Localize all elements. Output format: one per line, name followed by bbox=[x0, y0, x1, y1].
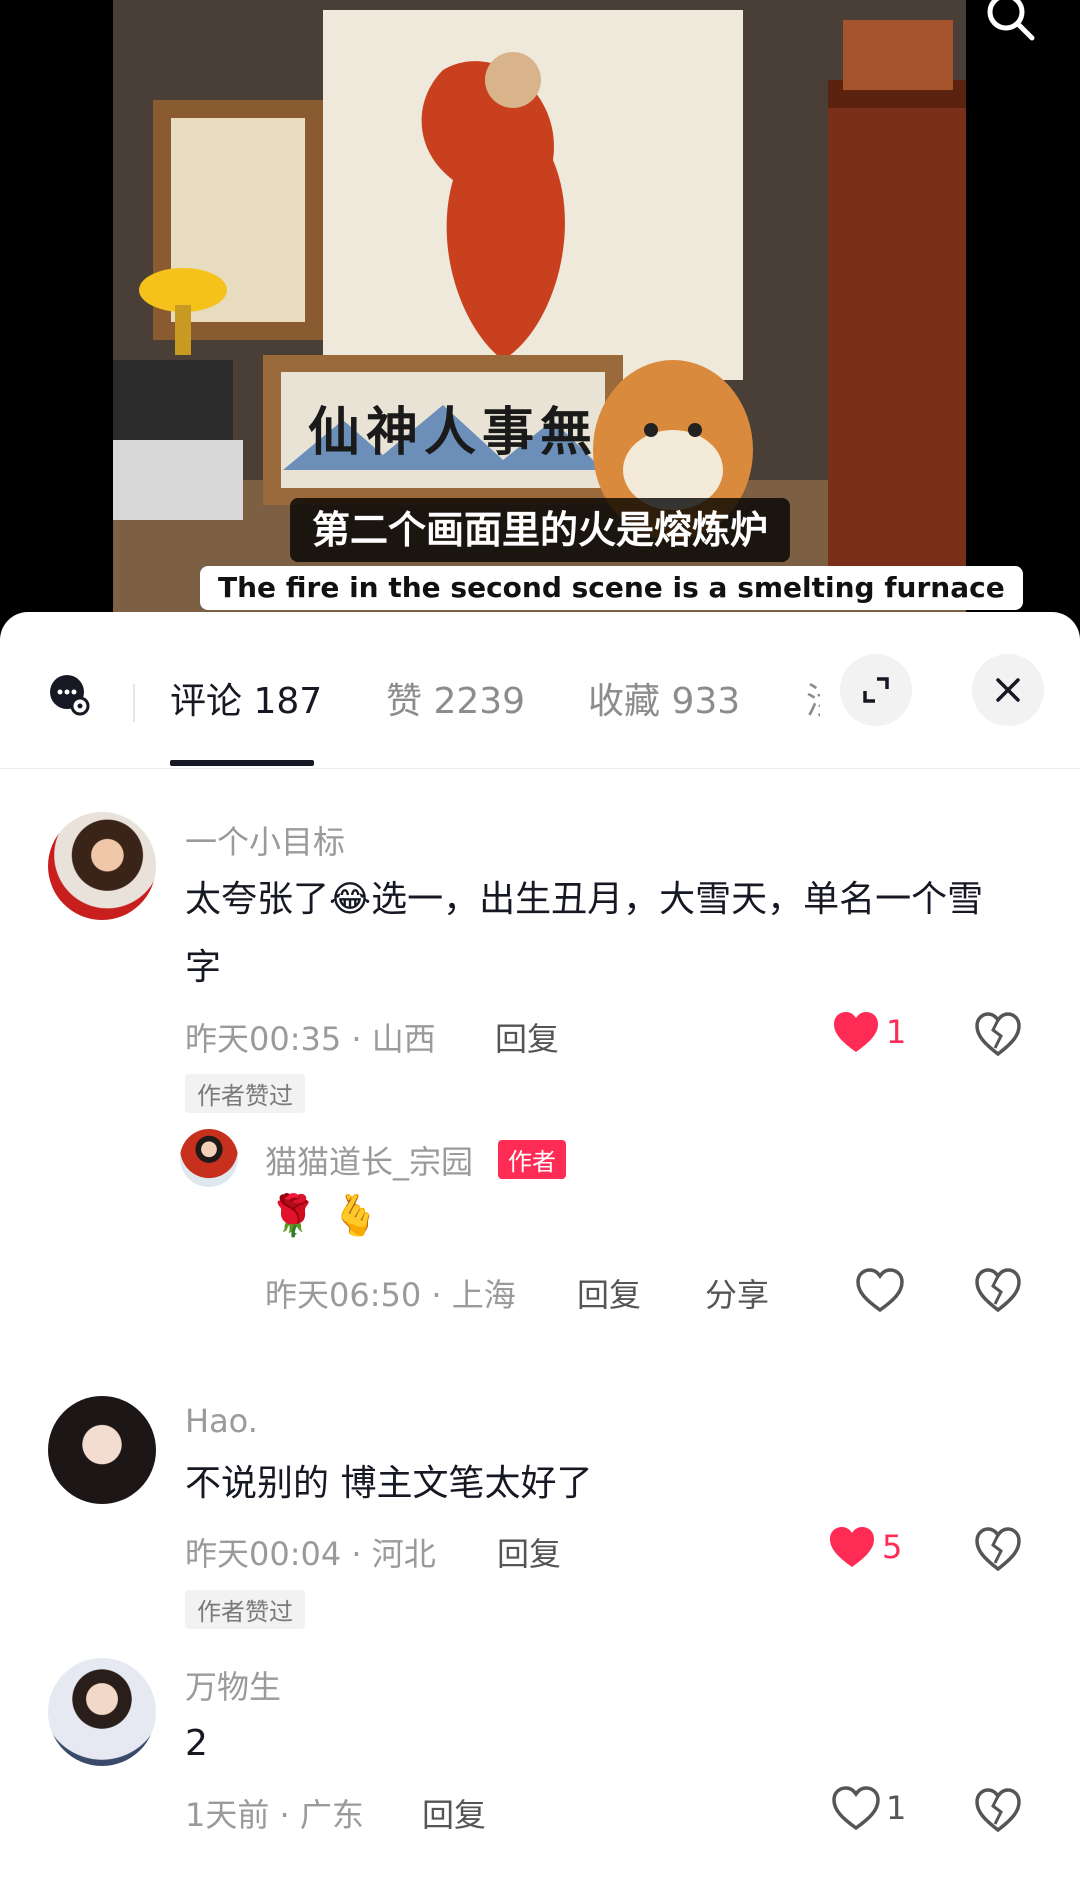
avatar[interactable] bbox=[48, 1658, 156, 1766]
avatar[interactable] bbox=[48, 812, 156, 920]
active-tab-indicator bbox=[170, 760, 314, 766]
avatar[interactable] bbox=[48, 1396, 156, 1504]
reply-button[interactable]: 回复 bbox=[422, 1790, 486, 1836]
tab-likes[interactable]: 赞 2239 bbox=[386, 672, 525, 724]
like-button[interactable]: 5 bbox=[828, 1525, 902, 1569]
comment-username[interactable]: 一个小目标 bbox=[185, 817, 345, 863]
like-button[interactable] bbox=[856, 1268, 904, 1312]
laugh-cry-emoji: 😂 bbox=[329, 879, 372, 920]
comment-text: 太夸张了😂选一，出生丑月，大雪天，单名一个雪字 bbox=[185, 879, 984, 988]
expand-icon bbox=[863, 677, 889, 703]
broken-heart-icon bbox=[975, 1788, 1021, 1833]
like-button[interactable]: 1 bbox=[832, 1786, 906, 1830]
author-tag: 作者 bbox=[498, 1140, 566, 1179]
comment-username[interactable]: 万物生 bbox=[185, 1662, 281, 1708]
heart-icon bbox=[856, 1268, 904, 1312]
expand-button[interactable] bbox=[840, 654, 912, 726]
dislike-button[interactable] bbox=[975, 1012, 1021, 1060]
dislike-button[interactable] bbox=[975, 1788, 1021, 1836]
share-button[interactable]: 分享 bbox=[705, 1270, 769, 1316]
comment-meta: 昨天00:04 · 河北 bbox=[185, 1535, 436, 1573]
chat-settings-icon[interactable] bbox=[46, 672, 92, 722]
reply-button[interactable]: 回复 bbox=[495, 1014, 559, 1060]
reply-button[interactable]: 回复 bbox=[577, 1270, 641, 1316]
broken-heart-icon bbox=[975, 1527, 1021, 1572]
like-button[interactable]: 1 bbox=[832, 1010, 906, 1054]
close-icon bbox=[996, 678, 1020, 702]
comment-username[interactable]: Hao. bbox=[185, 1402, 258, 1440]
avatar[interactable] bbox=[180, 1129, 238, 1187]
video-subtitle-en: The fire in the second scene is a smelti… bbox=[200, 566, 1023, 610]
dislike-button[interactable] bbox=[975, 1527, 1021, 1575]
reply-username[interactable]: 猫猫道长_宗园 bbox=[265, 1137, 473, 1183]
heart-icon bbox=[832, 1786, 880, 1830]
reply-button[interactable]: 回复 bbox=[497, 1529, 561, 1575]
dislike-button[interactable] bbox=[975, 1268, 1021, 1316]
like-count: 1 bbox=[886, 1013, 907, 1051]
video-subtitle-cn: 第二个画面里的火是熔炼炉 bbox=[290, 498, 791, 562]
video-calligraphy: 仙神人事無 bbox=[308, 402, 599, 463]
tab-favorites[interactable]: 收藏 933 bbox=[588, 672, 740, 724]
heart-icon bbox=[830, 1527, 874, 1567]
like-count: 5 bbox=[882, 1528, 903, 1566]
comment-text: 2 bbox=[185, 1723, 208, 1764]
like-count: 1 bbox=[886, 1789, 907, 1827]
tab-bar: 评论 187 赞 2239 收藏 933 涉 bbox=[0, 612, 1080, 769]
broken-heart-icon bbox=[975, 1012, 1021, 1057]
comment-sheet: 评论 187 赞 2239 收藏 933 涉 一个小目标 太夸张了😂选一，出生丑… bbox=[0, 612, 1080, 1890]
video-player[interactable]: 仙神人事無 第二个画面里的火是熔炼炉 The fire in the secon… bbox=[0, 0, 1080, 640]
comment-text: 不说别的 博主文笔太好了 bbox=[185, 1463, 593, 1504]
author-liked-badge: 作者赞过 bbox=[185, 1074, 305, 1113]
reply-emoji-text: 🌹 🫰 bbox=[268, 1193, 381, 1239]
close-button[interactable] bbox=[972, 654, 1044, 726]
comment-meta: 昨天00:35 · 山西 bbox=[185, 1020, 436, 1058]
heart-icon bbox=[834, 1012, 878, 1052]
tab-more[interactable]: 涉 bbox=[806, 672, 820, 724]
author-liked-badge: 作者赞过 bbox=[185, 1590, 305, 1629]
tab-comments[interactable]: 评论 187 bbox=[170, 672, 322, 724]
reply-meta: 昨天06:50 · 上海 bbox=[265, 1276, 516, 1314]
tab-divider bbox=[133, 684, 135, 722]
search-icon[interactable] bbox=[982, 0, 1038, 48]
comment-meta: 1天前 · 广东 bbox=[185, 1796, 364, 1834]
broken-heart-icon bbox=[975, 1268, 1021, 1313]
